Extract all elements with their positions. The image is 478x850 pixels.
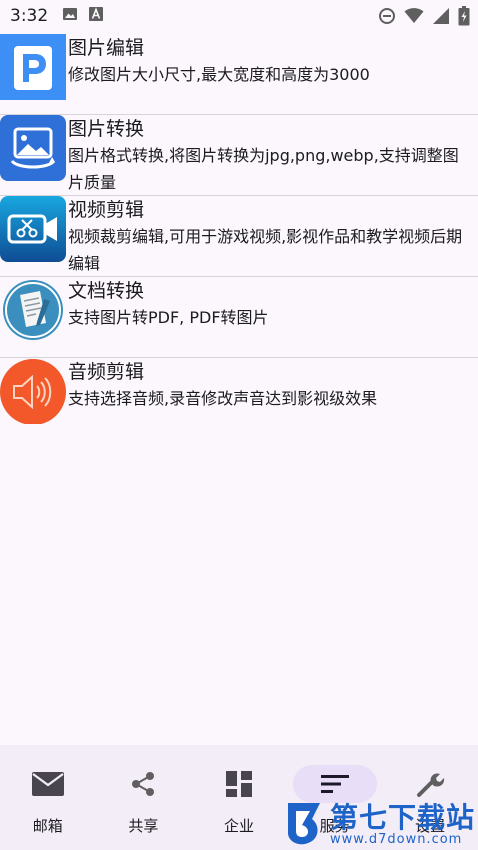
watermark-url: www.d7down.com bbox=[330, 832, 463, 847]
status-time: 3:32 bbox=[10, 6, 49, 26]
audio-cut-icon bbox=[0, 358, 66, 424]
list-item-title: 图片编辑 bbox=[68, 37, 145, 59]
nav-item-share[interactable]: 共享 bbox=[96, 745, 192, 850]
do-not-disturb-icon bbox=[378, 7, 396, 29]
sort-icon bbox=[292, 765, 377, 803]
photo-edit-icon bbox=[0, 34, 66, 100]
wifi-icon bbox=[404, 7, 424, 29]
wrench-icon bbox=[388, 765, 472, 803]
watermark-title: 第七下载站 bbox=[330, 801, 476, 834]
font-notification-icon bbox=[88, 6, 104, 26]
dashboard-icon bbox=[197, 765, 281, 803]
list-item-video-cut[interactable]: 视频剪辑 视频裁剪编辑,可用于游戏视频,影视作品和教学视频后期编辑 bbox=[0, 196, 478, 277]
image-convert-icon bbox=[0, 115, 66, 181]
document-convert-icon bbox=[0, 277, 66, 343]
mail-icon bbox=[6, 765, 90, 803]
share-icon bbox=[101, 765, 185, 803]
image-notification-icon bbox=[62, 6, 78, 26]
status-bar: 3:32 bbox=[0, 0, 478, 32]
nav-item-enterprise[interactable]: 企业 bbox=[191, 745, 287, 850]
nav-label: 共享 bbox=[128, 817, 159, 835]
list-item-audio-cut[interactable]: 音频剪辑 支持选择音频,录音修改声音达到影视级效果 bbox=[0, 358, 478, 439]
nav-label: 邮箱 bbox=[32, 817, 63, 835]
list-item-photo-edit[interactable]: 图片编辑 修改图片大小尺寸,最大宽度和高度为3000 bbox=[0, 34, 478, 115]
list-item-image-convert[interactable]: 图片转换 图片格式转换,将图片转换为jpg,png,webp,支持调整图片质量 bbox=[0, 115, 478, 196]
list-item-document-convert[interactable]: 文档转换 支持图片转PDF, PDF转图片 bbox=[0, 277, 478, 358]
list-item-title: 音频剪辑 bbox=[68, 361, 145, 383]
list-item-title: 视频剪辑 bbox=[68, 199, 145, 221]
nav-item-mail[interactable]: 邮箱 bbox=[0, 745, 96, 850]
nav-label: 企业 bbox=[223, 817, 254, 835]
list-item-desc: 修改图片大小尺寸,最大宽度和高度为3000 bbox=[68, 65, 370, 84]
video-cut-icon bbox=[0, 196, 66, 262]
list-item-desc: 图片格式转换,将图片转换为jpg,png,webp,支持调整图片质量 bbox=[68, 146, 459, 192]
list-item-desc: 支持选择音频,录音修改声音达到影视级效果 bbox=[68, 389, 378, 408]
battery-icon bbox=[458, 6, 470, 30]
list-item-desc: 支持图片转PDF, PDF转图片 bbox=[68, 308, 269, 327]
list-item-title: 文档转换 bbox=[68, 280, 145, 302]
watermark: 第七下载站 www.d7down.com bbox=[284, 800, 478, 850]
signal-icon bbox=[432, 7, 450, 29]
list-item-desc: 视频裁剪编辑,可用于游戏视频,影视作品和教学视频后期编辑 bbox=[68, 227, 463, 273]
feature-list: 图片编辑 修改图片大小尺寸,最大宽度和高度为3000 图片转换 图片格式转换,将… bbox=[0, 34, 478, 439]
list-item-title: 图片转换 bbox=[68, 118, 145, 140]
watermark-logo-icon bbox=[284, 799, 324, 850]
